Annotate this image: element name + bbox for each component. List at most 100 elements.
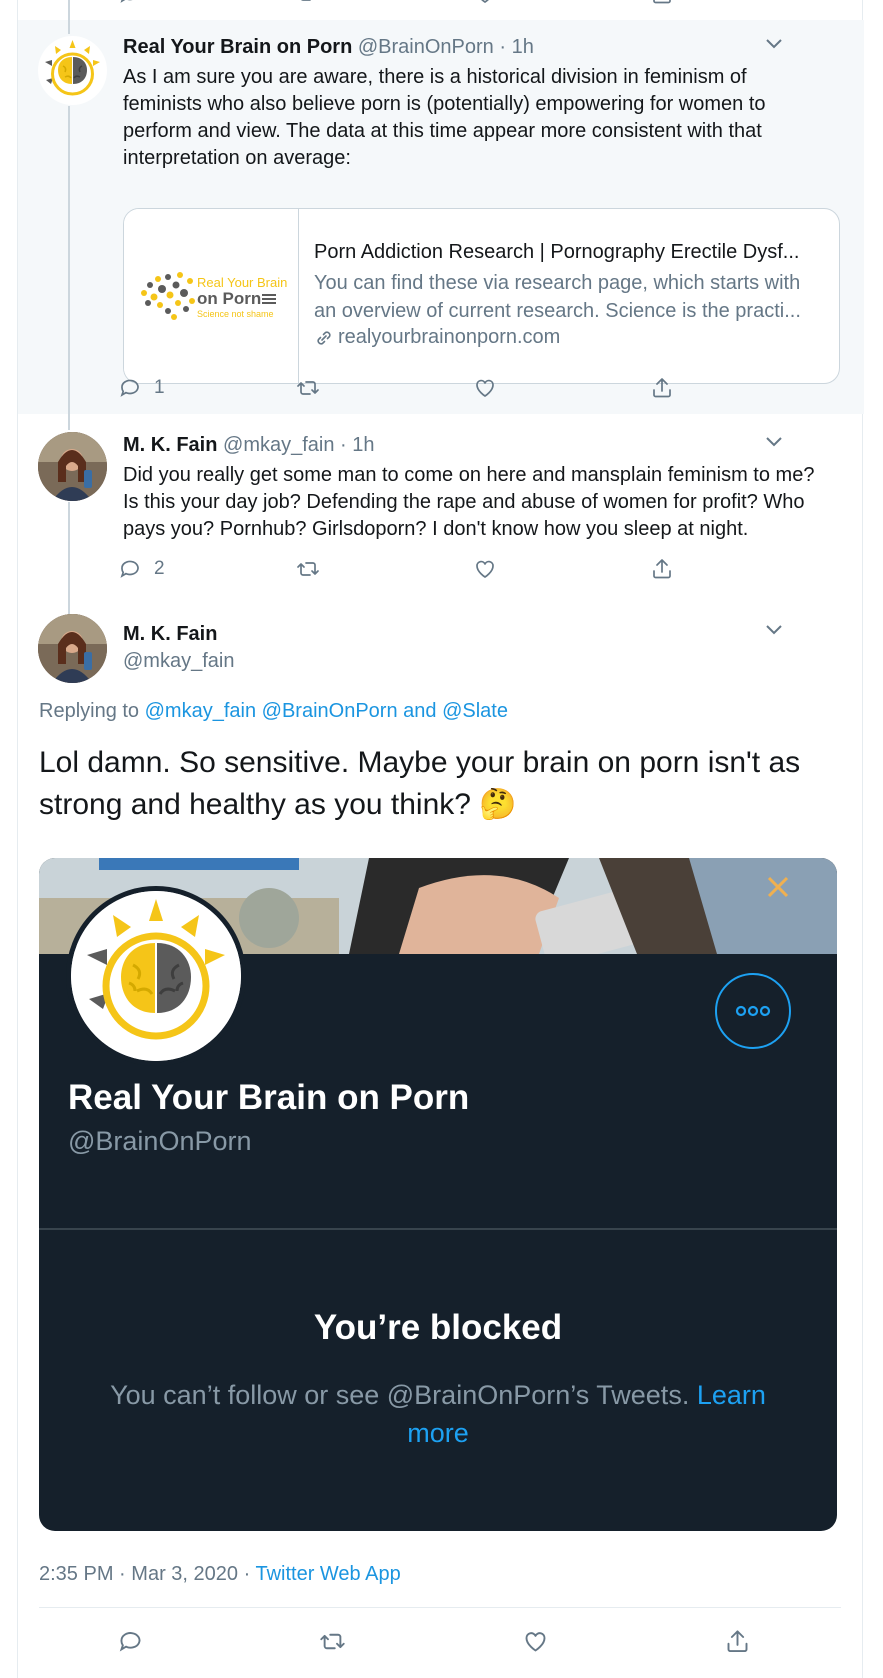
reply-icon bbox=[120, 560, 139, 578]
like-button[interactable] bbox=[473, 0, 497, 6]
avatar-mkay-fain[interactable] bbox=[38, 432, 107, 501]
author-name[interactable]: M. K. Fain bbox=[123, 623, 217, 646]
tweet-timestamp[interactable]: 2:35 PM bbox=[39, 1563, 113, 1585]
tweet-actions: 1 bbox=[18, 376, 864, 406]
blocked-profile-card[interactable]: Real Your Brain on Porn @BrainOnPorn You… bbox=[39, 858, 837, 1531]
reply-count: 1 bbox=[154, 377, 165, 398]
blocked-message-text: You can’t follow or see @BrainOnPorn’s T… bbox=[110, 1380, 690, 1410]
tweet-text: Did you really get some man to come on h… bbox=[123, 464, 815, 540]
retweet-icon bbox=[297, 381, 319, 395]
main-tweet-actions bbox=[18, 1628, 864, 1658]
tweet-text: As I am sure you are aware, there is a h… bbox=[123, 66, 766, 169]
card-divider bbox=[39, 1228, 837, 1230]
retweet-icon bbox=[301, 0, 311, 1]
blocked-title: You’re blocked bbox=[313, 1308, 563, 1347]
author-handle[interactable]: @mkay_fain bbox=[223, 434, 334, 456]
like-button[interactable] bbox=[522, 1628, 549, 1655]
divider bbox=[39, 1607, 841, 1608]
timeline-column: Real Your Brain on Porn @BrainOnPorn · 1… bbox=[17, 0, 864, 1678]
like-button[interactable] bbox=[473, 376, 497, 400]
avatar-mkay-fain[interactable] bbox=[38, 614, 107, 683]
author-handle[interactable]: @BrainOnPorn bbox=[358, 36, 494, 58]
tweet-date[interactable]: Mar 3, 2020 bbox=[131, 1563, 238, 1585]
brain-network-logo-icon: Real Your Brain on Porn Science not sham… bbox=[141, 272, 287, 320]
tweet-metadata: 2:35 PM · Mar 3, 2020 · Twitter Web App bbox=[39, 1563, 401, 1586]
tweet-time[interactable]: 1h bbox=[352, 434, 374, 456]
like-icon bbox=[481, 0, 489, 3]
blocked-profile-name: Real Your Brain on Porn bbox=[68, 1078, 470, 1117]
like-button[interactable] bbox=[473, 557, 497, 581]
reply-icon bbox=[119, 1632, 141, 1652]
reply-count: 2 bbox=[154, 558, 165, 579]
retweet-icon bbox=[320, 1633, 345, 1650]
author-handle[interactable]: @mkay_fain bbox=[123, 650, 234, 673]
separator-dot: · bbox=[119, 1563, 126, 1585]
replying-user-link[interactable]: @BrainOnPorn bbox=[262, 700, 398, 722]
tweet-header: M. K. Fain @mkay_fain · 1h bbox=[123, 434, 375, 457]
share-button[interactable] bbox=[650, 557, 674, 581]
replying-user-link[interactable]: @mkay_fain bbox=[145, 700, 256, 722]
reply-icon bbox=[120, 0, 133, 3]
link-thumbnail: Real Your Brain on Porn Science not sham… bbox=[124, 209, 299, 383]
link-card-description: You can find these via research page, wh… bbox=[314, 272, 801, 322]
retweet-button[interactable] bbox=[296, 0, 320, 6]
tweet-actions: 2 bbox=[18, 557, 864, 587]
share-button[interactable] bbox=[650, 376, 674, 400]
brain-logo-icon bbox=[71, 891, 241, 1061]
avatar-brainonporn[interactable] bbox=[38, 36, 107, 105]
tweet-header: Real Your Brain on Porn @BrainOnPorn · 1… bbox=[123, 36, 534, 59]
tweet-reply-brainonporn[interactable]: Real Your Brain on Porn @BrainOnPorn · 1… bbox=[18, 20, 864, 414]
link-card-title: Porn Addiction Research | Pornography Er… bbox=[314, 241, 800, 263]
like-icon bbox=[525, 1632, 546, 1652]
share-icon bbox=[653, 559, 671, 579]
reply-button[interactable]: 1 bbox=[118, 376, 165, 400]
link-preview-card[interactable]: Real Your Brain on Porn Science not sham… bbox=[123, 208, 840, 384]
reply-button[interactable]: 2 bbox=[118, 557, 165, 581]
link-card-url: realyourbrainonporn.com bbox=[314, 326, 560, 349]
separator-dot: · bbox=[243, 1563, 251, 1585]
share-icon bbox=[727, 1630, 748, 1653]
replying-user-link[interactable]: @Slate bbox=[442, 700, 508, 722]
share-icon bbox=[653, 0, 671, 4]
more-icon bbox=[735, 1005, 771, 1017]
reply-button[interactable] bbox=[117, 1628, 144, 1655]
brain-logo-icon bbox=[38, 36, 107, 105]
like-icon bbox=[476, 560, 494, 578]
share-button[interactable] bbox=[724, 1628, 751, 1655]
thread-line bbox=[68, 0, 70, 34]
card-logo-line2: on Porn bbox=[197, 289, 261, 308]
separator-dot: · bbox=[499, 36, 507, 58]
link-icon bbox=[317, 330, 331, 345]
profile-photo-icon bbox=[38, 614, 107, 683]
share-button[interactable] bbox=[650, 0, 674, 6]
blocked-message: You can’t follow or see @BrainOnPorn’s T… bbox=[79, 1376, 797, 1452]
tweet-source-link[interactable]: Twitter Web App bbox=[255, 1563, 400, 1585]
replying-to: Replying to @mkay_fain @BrainOnPorn and … bbox=[39, 700, 508, 723]
author-name[interactable]: M. K. Fain bbox=[123, 434, 217, 456]
replying-prefix: Replying to bbox=[39, 700, 140, 722]
previous-tweet-actions bbox=[18, 0, 864, 8]
reply-button[interactable] bbox=[118, 0, 142, 6]
retweet-button[interactable] bbox=[319, 1628, 346, 1655]
blocked-profile-handle: @BrainOnPorn bbox=[68, 1126, 252, 1156]
like-icon bbox=[476, 379, 494, 397]
profile-photo-icon bbox=[38, 432, 107, 501]
separator-dot: · bbox=[340, 434, 347, 456]
more-options-button[interactable] bbox=[715, 973, 791, 1049]
caret-down-icon[interactable] bbox=[765, 624, 783, 636]
replying-and[interactable]: and bbox=[403, 700, 436, 722]
tweet-text: Lol damn. So sensitive. Maybe your brain… bbox=[39, 746, 801, 821]
tweet-time[interactable]: 1h bbox=[512, 36, 534, 58]
caret-down-icon[interactable] bbox=[765, 38, 783, 50]
retweet-button[interactable] bbox=[296, 376, 320, 400]
caret-down-icon[interactable] bbox=[765, 436, 783, 448]
blocked-profile-avatar[interactable] bbox=[66, 886, 246, 1066]
share-icon bbox=[653, 378, 671, 398]
reply-icon bbox=[120, 379, 139, 397]
retweet-icon bbox=[297, 562, 319, 576]
author-name[interactable]: Real Your Brain on Porn bbox=[123, 36, 352, 58]
tweet-reply-mkay-fain[interactable]: M. K. Fain @mkay_fain · 1h Did you reall… bbox=[18, 418, 864, 598]
retweet-button[interactable] bbox=[296, 557, 320, 581]
link-url-text: realyourbrainonporn.com bbox=[338, 326, 561, 348]
thread-line bbox=[68, 106, 70, 430]
